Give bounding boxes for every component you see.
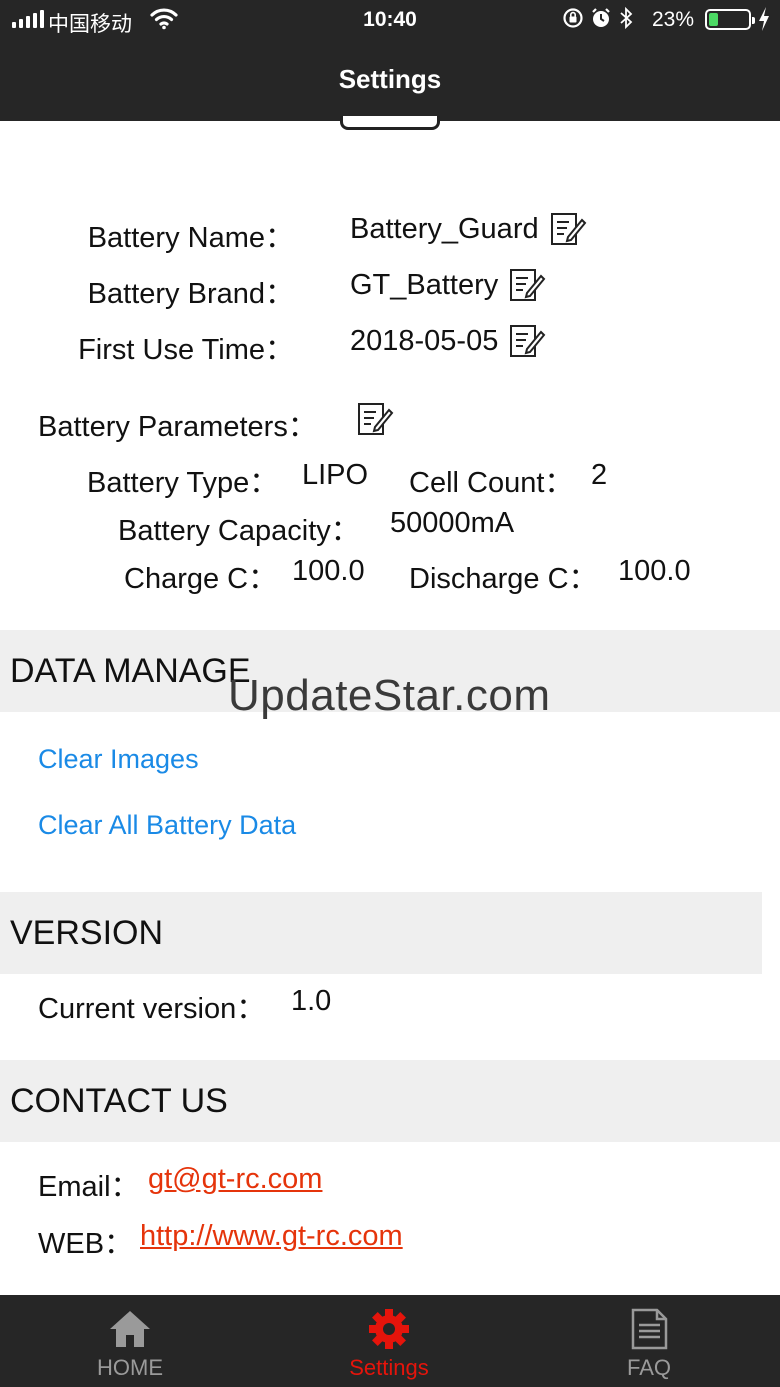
document-icon <box>631 1308 668 1350</box>
cell-count-value: 2 <box>591 459 608 491</box>
orientation-lock-icon <box>562 7 584 35</box>
page-title: Settings <box>338 64 442 94</box>
bluetooth-icon <box>618 6 634 36</box>
discharge-c-label: Discharge C： <box>409 563 598 595</box>
battery-brand-label: Battery Brand： <box>87 278 294 310</box>
watermark: UpdateStar.com <box>228 671 551 720</box>
discharge-c-value: 100.0 <box>618 555 691 587</box>
battery-type-label: Battery Type： <box>87 467 279 499</box>
charge-c-label: Charge C： <box>124 563 278 595</box>
current-version-label: Current version： <box>38 993 266 1025</box>
battery-brand-value: GT_Battery <box>350 268 499 301</box>
clear-all-battery-data-button[interactable]: Clear All Battery Data <box>38 810 296 841</box>
battery-icon <box>705 9 755 30</box>
web-link[interactable]: http://www.gt-rc.com <box>140 1220 403 1253</box>
tab-settings[interactable]: Settings <box>309 1295 469 1387</box>
version-title: VERSION <box>10 914 164 952</box>
email-label: Email： <box>38 1171 140 1203</box>
edit-brand-icon[interactable] <box>508 266 546 304</box>
battery-name-label: Battery Name： <box>87 222 294 254</box>
tab-bar: HOME Settings FAQ <box>0 1295 780 1387</box>
tab-home-label: HOME <box>97 1355 163 1380</box>
edit-first-use-icon[interactable] <box>508 322 546 360</box>
first-use-row: 2018-05-05 <box>350 322 546 360</box>
battery-capacity-label: Battery Capacity： <box>118 515 360 547</box>
data-manage-title: DATA MANAGE <box>10 652 251 690</box>
current-version-value: 1.0 <box>291 985 332 1017</box>
tab-home[interactable]: HOME <box>50 1295 210 1387</box>
battery-name-row: Battery_Guard <box>350 210 587 248</box>
web-label: WEB： <box>38 1228 134 1260</box>
battery-percent: 23% <box>652 8 695 31</box>
tab-faq-label: FAQ <box>626 1355 671 1380</box>
status-bar: 中国移动 10:40 23% <box>0 0 780 40</box>
gear-icon <box>369 1309 409 1349</box>
contact-title: CONTACT US <box>10 1082 228 1120</box>
first-use-label: First Use Time： <box>78 334 294 366</box>
battery-brand-row: GT_Battery <box>350 266 546 304</box>
alarm-icon <box>590 7 612 35</box>
cell-count-label: Cell Count： <box>409 467 574 499</box>
email-link[interactable]: gt@gt-rc.com <box>148 1163 322 1196</box>
battery-type-value: LIPO <box>302 459 369 491</box>
battery-parameters-label: Battery Parameters： <box>38 411 317 443</box>
edit-name-icon[interactable] <box>549 210 587 248</box>
battery-image-edge <box>340 116 440 130</box>
home-icon <box>110 1311 150 1347</box>
clear-images-button[interactable]: Clear Images <box>38 744 199 775</box>
battery-capacity-value: 50000mA <box>390 507 515 539</box>
version-header: VERSION <box>0 892 762 974</box>
edit-parameters-icon[interactable] <box>356 400 394 438</box>
tab-settings-label: Settings <box>349 1355 429 1380</box>
charge-c-value: 100.0 <box>292 555 365 587</box>
contact-header: CONTACT US <box>0 1060 780 1142</box>
charging-icon <box>757 6 771 38</box>
first-use-value: 2018-05-05 <box>350 324 499 357</box>
top-bar: 中国移动 10:40 23% Settings <box>0 0 780 121</box>
tab-faq[interactable]: FAQ <box>569 1295 729 1387</box>
battery-name-value: Battery_Guard <box>350 212 539 245</box>
